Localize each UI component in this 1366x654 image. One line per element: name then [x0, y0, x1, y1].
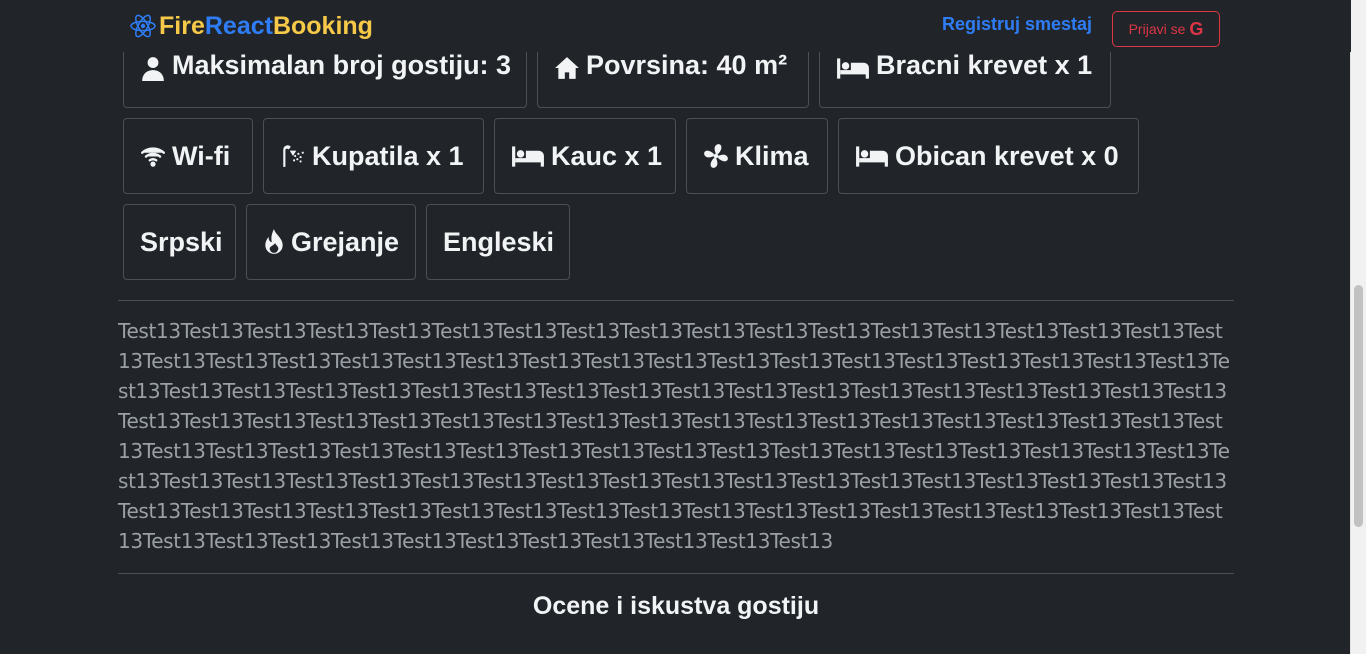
login-button-label: Prijavi se: [1128, 21, 1186, 37]
person-icon: [142, 57, 164, 81]
amenity-label: Bracni krevet x 1: [876, 50, 1093, 80]
google-icon: G: [1189, 19, 1204, 39]
amenity-couch: Kauc x 1: [494, 118, 676, 194]
brand-text-fire: Fire: [159, 11, 205, 40]
bed-icon: [856, 146, 888, 167]
amenity-bathrooms: Kupatila x 1: [263, 118, 484, 194]
bed-icon: [837, 58, 869, 79]
page: Maksimalan broj gostiju: 3 Povrsina: 40 …: [0, 0, 1351, 654]
amenity-label: Povrsina: 40 m²: [586, 50, 788, 80]
fan-icon: [704, 144, 728, 168]
amenity-label: Engleski: [443, 226, 555, 257]
amenity-heating: Grejanje: [246, 204, 416, 280]
amenity-label: Grejanje: [291, 226, 400, 257]
brand-logo-link[interactable]: Fire React Booking: [129, 10, 373, 42]
scrollbar-thumb[interactable]: [1354, 285, 1363, 527]
amenity-label: Klima: [735, 140, 809, 171]
navbar: Fire React Booking Registruj smestaj Prija…: [0, 0, 1351, 52]
house-icon: [555, 57, 579, 79]
page-scrollbar[interactable]: [1350, 0, 1366, 654]
register-accommodation-link[interactable]: Registruj smestaj: [942, 14, 1092, 35]
amenity-label: Srpski: [140, 226, 223, 257]
fire-icon: [265, 229, 283, 254]
shower-icon: [283, 145, 304, 167]
listing-description: Test13Test13Test13Test13Test13Test13Test…: [118, 319, 1230, 553]
amenity-serbian: Srpski: [123, 204, 236, 280]
amenity-label: Obican krevet x 0: [895, 140, 1119, 171]
reviews-heading: Ocene i iskustva gostiju: [532, 592, 820, 620]
amenity-ac: Klima: [686, 118, 828, 194]
react-atom-icon: [130, 14, 156, 38]
amenity-label: Maksimalan broj gostiju: 3: [172, 50, 512, 80]
amenity-english: Engleski: [426, 204, 570, 280]
amenity-label: Kauc x 1: [551, 140, 663, 171]
wifi-icon: [140, 147, 166, 167]
divider: [118, 300, 1234, 301]
bed-icon: [512, 146, 544, 167]
amenity-wifi: Wi-fi: [123, 118, 253, 194]
login-button[interactable]: Prijavi se G: [1112, 11, 1220, 47]
amenity-label: Wi-fi: [172, 140, 231, 171]
brand-text-booking: Booking: [272, 11, 373, 40]
brand-text-react: React: [204, 11, 273, 40]
amenity-single-bed: Obican krevet x 0: [838, 118, 1139, 194]
amenity-label: Kupatila x 1: [312, 140, 464, 171]
divider: [118, 573, 1234, 574]
